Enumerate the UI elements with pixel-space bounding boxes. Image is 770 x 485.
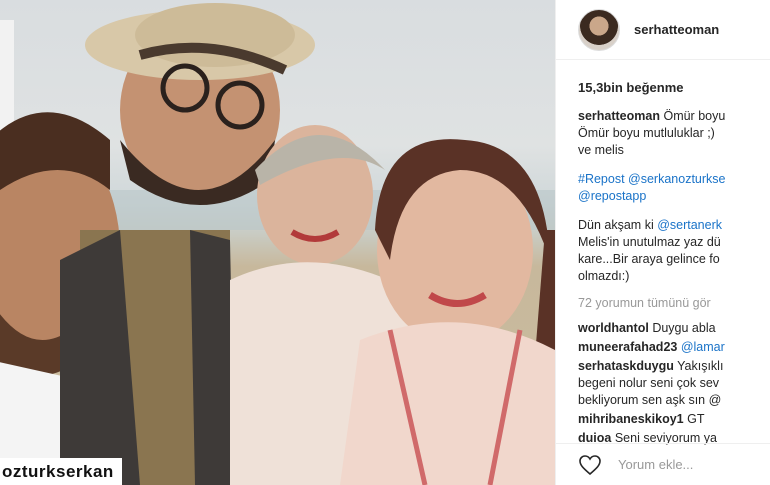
comment-text[interactable]: @lamar — [681, 340, 725, 354]
story-mention[interactable]: @sertanerk — [657, 218, 722, 232]
story-text: Dün akşam ki @sertanerk Melis'in unutulm… — [578, 217, 770, 285]
comment-username[interactable]: serhataskduygu — [578, 359, 674, 373]
repost-app-mention[interactable]: @repostapp — [578, 188, 770, 205]
photo-illustration — [0, 3, 555, 485]
comment-username[interactable]: mihribaneskikoy1 — [578, 412, 684, 426]
comment-item: serhataskduygu Yakışıklı begeni nolur se… — [578, 358, 770, 409]
caption-text-line1: Ömür boyu — [663, 109, 726, 123]
caption-text-line3: ve melis — [578, 143, 624, 157]
caption-text-line2: Ömür boyu mutluluklar ;) — [578, 126, 715, 140]
comments-section: serhatteoman Ömür boyu Ömür boyu mutlulu… — [578, 108, 770, 449]
repost-credit: #Repost @serkanozturkse @repostapp — [578, 171, 770, 205]
author-username[interactable]: serhatteoman — [634, 22, 719, 37]
comment-text: Yakışıklı — [677, 359, 724, 373]
post-side-panel: serhatteoman 15,3bin beğenme serhatteoma… — [555, 0, 770, 485]
comment-text-line3: bekliyorum sen aşk sın @ — [578, 393, 722, 407]
comment-item: mihribaneskikoy1 GT — [578, 411, 770, 428]
comment-item: muneerafahad23 @lamar — [578, 339, 770, 356]
comment-bar: Yorum ekle... — [556, 443, 770, 485]
likes-count[interactable]: 15,3bin beğenme — [578, 80, 683, 95]
repost-hashtag[interactable]: #Repost @serkanozturkse — [578, 171, 770, 188]
view-all-comments-link[interactable]: 72 yorumun tümünü gör — [578, 295, 770, 312]
comment-username[interactable]: worldhantol — [578, 321, 649, 335]
comment-text: GT — [687, 412, 705, 426]
story-line4: olmazdı:) — [578, 269, 630, 283]
add-comment-input[interactable]: Yorum ekle... — [618, 457, 693, 472]
comment-text-line2: begeni nolur seni çok sev — [578, 376, 720, 390]
caption-username[interactable]: serhatteoman — [578, 109, 660, 123]
caption: serhatteoman Ömür boyu Ömür boyu mutlulu… — [578, 108, 770, 159]
story-line2: Melis'in unutulmaz yaz dü — [578, 235, 721, 249]
photo-watermark: ozturkserkan — [0, 458, 122, 485]
comment-username[interactable]: muneerafahad23 — [578, 340, 677, 354]
story-line3: kare...Bir araya gelince fo — [578, 252, 720, 266]
author-avatar[interactable] — [578, 8, 620, 51]
comment-text: Duygu abla — [652, 321, 716, 335]
comment-item: worldhantol Duygu abla — [578, 320, 770, 337]
heart-icon[interactable] — [578, 454, 602, 476]
story-line1: Dün akşam ki — [578, 218, 658, 232]
post-header: serhatteoman — [556, 0, 770, 60]
post-photo[interactable]: ozturkserkan — [0, 0, 555, 485]
